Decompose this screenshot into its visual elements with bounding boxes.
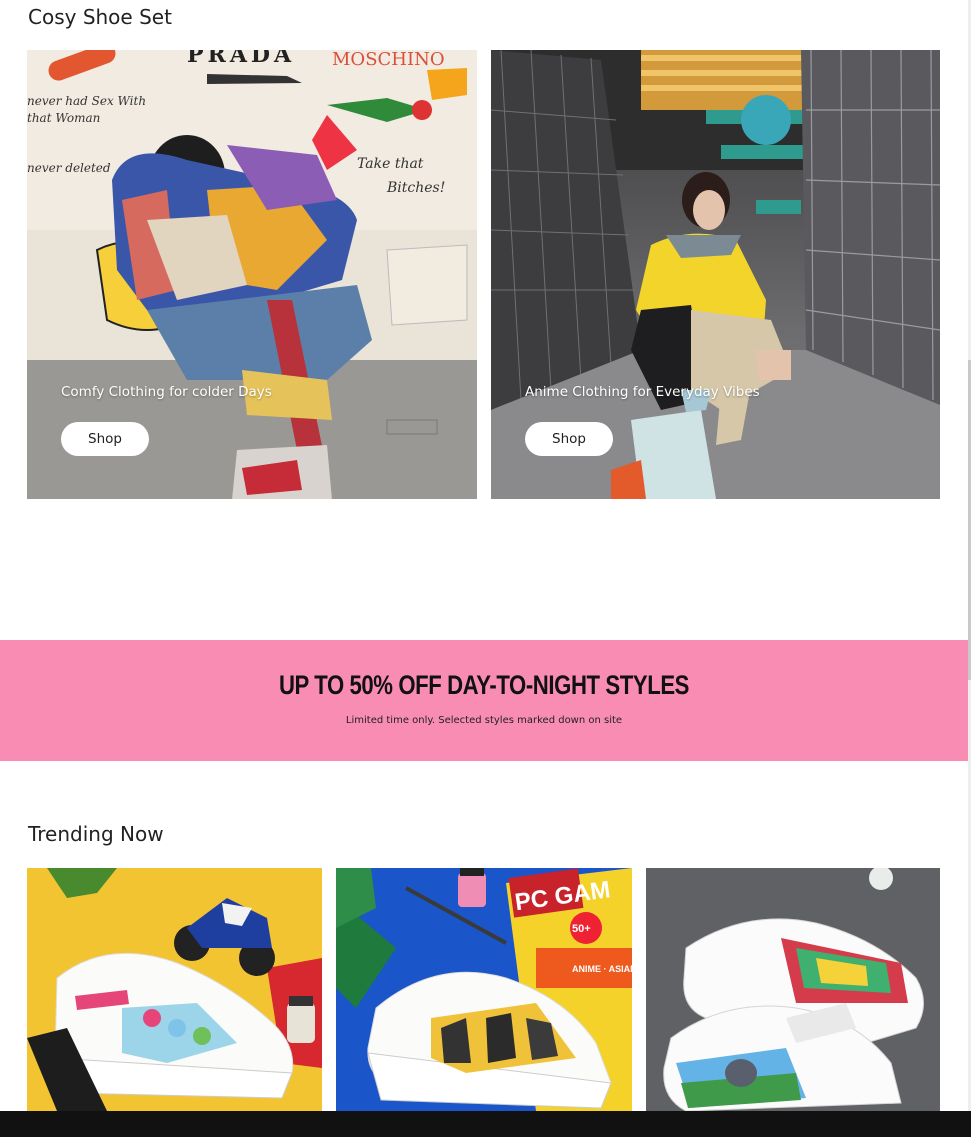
shop-button[interactable]: Shop	[525, 422, 613, 456]
promo-headline: UP TO 50% OFF DAY-TO-NIGHT STYLES	[278, 670, 690, 700]
artwork-brand-1: PRADA	[187, 50, 295, 68]
artwork-wall-line-1: never had Sex With	[27, 94, 146, 108]
featured-card-anime[interactable]: Anime Clothing for Everyday Vibes Shop	[491, 50, 940, 499]
featured-card-comfy[interactable]: PRADA MOSCHINO never had Sex With that W…	[27, 50, 477, 499]
magazine-line: ANIME · ASIAN	[572, 964, 632, 974]
artwork-wall-line-3: never deleted	[27, 161, 111, 175]
artwork-wall-line-2: that Woman	[27, 111, 100, 125]
featured-section-title: Cosy Shoe Set	[28, 5, 172, 29]
trending-product-3[interactable]	[646, 868, 940, 1111]
promo-banner[interactable]: UP TO 50% OFF DAY-TO-NIGHT STYLES Limite…	[0, 640, 968, 761]
magazine-badge: 50+	[572, 923, 591, 935]
promo-subtext: Limited time only. Selected styles marke…	[345, 715, 623, 726]
trending-product-2[interactable]: PC GAM 50+ ANIME · ASIAN	[336, 868, 632, 1111]
trending-image-3	[646, 868, 940, 1111]
trending-image-1	[27, 868, 322, 1111]
card-caption: Comfy Clothing for colder Days	[61, 384, 272, 400]
trending-image-2: PC GAM 50+ ANIME · ASIAN	[336, 868, 632, 1111]
artwork-wall-line-4: Take that	[357, 156, 424, 172]
artwork-brand-2: MOSCHINO	[332, 50, 445, 70]
bottom-bar	[0, 1111, 971, 1137]
trending-section-title: Trending Now	[28, 822, 164, 846]
trending-product-1[interactable]	[27, 868, 322, 1111]
artwork-wall-line-5: Bitches!	[386, 180, 445, 196]
card-caption: Anime Clothing for Everyday Vibes	[525, 384, 760, 400]
shop-button[interactable]: Shop	[61, 422, 149, 456]
